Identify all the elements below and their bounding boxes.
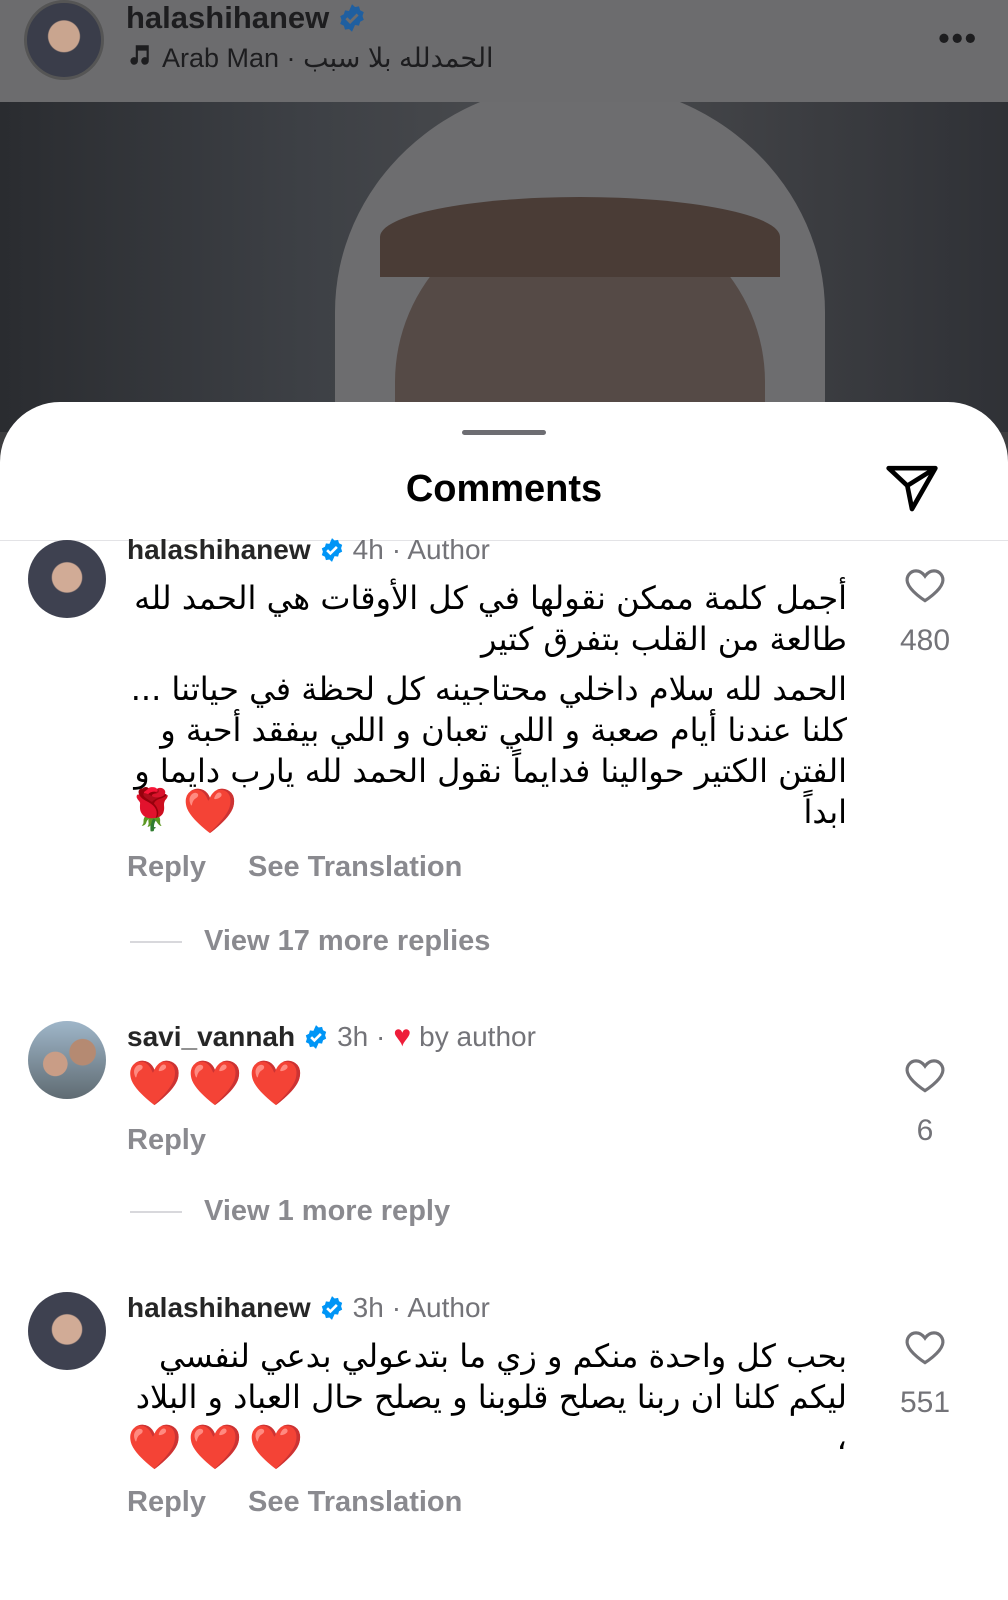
sheet-grabber-handle[interactable] — [462, 430, 546, 435]
post-author-username[interactable]: halashihanew — [126, 0, 367, 36]
red-heart-icon: ❤️ — [127, 1059, 182, 1108]
red-heart-icon: ❤️ — [248, 1423, 304, 1472]
music-note-icon — [126, 42, 152, 75]
like-heart-icon[interactable] — [904, 564, 946, 604]
commenter-avatar[interactable] — [28, 1292, 106, 1370]
comments-sheet: Comments halashihanew 4h · Author أجمل ك… — [0, 402, 1008, 1600]
comment-actions: Reply See Translation — [127, 851, 462, 884]
comment-emoji-row: 🌹 ❤️ — [127, 790, 238, 834]
commenter-username[interactable]: halashihanew — [127, 1292, 311, 1324]
view-replies-button[interactable]: View 1 more reply — [130, 1195, 450, 1228]
author-tag: · Author — [391, 1292, 490, 1323]
rose-icon: 🌹 — [127, 788, 177, 832]
liked-by-author-heart-icon: ♥ — [393, 1020, 412, 1053]
replies-divider-line — [130, 1210, 182, 1213]
comment-like-column: 551 — [880, 1326, 970, 1420]
reply-button[interactable]: Reply — [127, 851, 206, 884]
more-options-icon[interactable]: ••• — [938, 20, 978, 57]
verified-badge-icon — [337, 3, 367, 33]
commenter-avatar[interactable] — [28, 540, 106, 618]
commenter-username[interactable]: halashihanew — [127, 534, 311, 566]
photo-hairband-shape — [380, 197, 780, 277]
view-replies-label: View 1 more reply — [204, 1195, 451, 1227]
comment-text-line: كلنا عندنا أيام صعبة و اللي تعبان و اللي… — [160, 711, 847, 749]
verified-badge-icon — [303, 1024, 329, 1050]
comment-header: savi_vannah 3h · ♥ by author — [127, 1020, 536, 1054]
post-header: halashihanew Arab Man · الحمدلله بلا سبب… — [0, 0, 1008, 102]
red-heart-icon: ❤️ — [248, 1059, 304, 1108]
share-send-icon[interactable] — [884, 460, 940, 516]
comment-actions: Reply See Translation — [127, 1486, 462, 1519]
comment-text-line: طالعة من القلب بتفرق كتير — [480, 620, 847, 658]
view-replies-button[interactable]: View 17 more replies — [130, 925, 490, 958]
post-audio-track[interactable]: Arab Man · الحمدلله بلا سبب — [126, 42, 494, 75]
comment-time: 3h — [352, 1292, 384, 1323]
like-count: 6 — [916, 1114, 934, 1147]
see-translation-button[interactable]: See Translation — [248, 851, 462, 884]
reply-button[interactable]: Reply — [127, 1486, 206, 1519]
comment-text-line: الفتن الكتير حوالينا فدايماً نقول الحمد … — [134, 752, 847, 790]
red-heart-icon: ❤️ — [127, 1423, 182, 1472]
post-username-text: halashihanew — [126, 0, 330, 35]
comment-emoji-row: ❤️ ❤️ ❤️ — [127, 1062, 303, 1106]
red-heart-icon: ❤️ — [182, 787, 238, 836]
comment-like-column: 480 — [880, 564, 970, 658]
comment-time: 4h — [352, 534, 384, 565]
comment-header: halashihanew 4h · Author — [127, 534, 490, 566]
comment-text-line: أجمل كلمة ممكن نقولها في كل الأوقات هي ا… — [134, 579, 847, 617]
like-heart-icon[interactable] — [904, 1054, 946, 1094]
like-count: 480 — [899, 624, 951, 657]
like-count: 551 — [899, 1386, 951, 1419]
comment-actions: Reply — [127, 1124, 206, 1157]
post-photo — [0, 102, 1008, 432]
comment-text-line: الحمد لله سلام داخلي محتاجينه كل لحظة في… — [130, 670, 847, 708]
verified-badge-icon — [319, 1295, 345, 1321]
sheet-title: Comments — [405, 468, 603, 510]
verified-badge-icon — [319, 537, 345, 563]
like-heart-icon[interactable] — [904, 1326, 946, 1366]
comment-emoji-row: ❤️ ❤️ ❤️ — [127, 1426, 303, 1470]
see-translation-button[interactable]: See Translation — [248, 1486, 462, 1519]
author-tag: · Author — [391, 534, 490, 565]
comment-text-line: بحب كل واحدة منكم و زي ما بتدعولي بدعي ل… — [159, 1337, 847, 1375]
red-heart-icon: ❤️ — [187, 1423, 243, 1472]
post-author-avatar[interactable] — [24, 0, 104, 80]
commenter-username[interactable]: savi_vannah — [127, 1021, 295, 1053]
audio-label: Arab Man · الحمدلله بلا سبب — [162, 43, 494, 73]
liked-by-author-label: by author — [419, 1021, 536, 1052]
reply-button[interactable]: Reply — [127, 1124, 206, 1157]
comment-like-column: 6 — [880, 1054, 970, 1148]
comment-time: 3h · — [337, 1021, 386, 1052]
comment-header: halashihanew 3h · Author — [127, 1292, 490, 1324]
replies-divider-line — [130, 940, 182, 943]
red-heart-icon: ❤️ — [187, 1059, 243, 1108]
view-replies-label: View 17 more replies — [204, 925, 491, 957]
commenter-avatar[interactable] — [28, 1021, 106, 1099]
